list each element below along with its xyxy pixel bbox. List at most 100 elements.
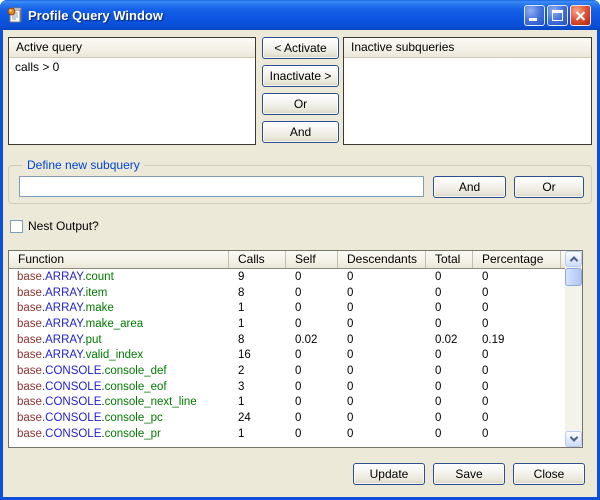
total-value: 0 (426, 287, 473, 299)
percentage-value: 0 (473, 412, 561, 424)
percentage-value: 0 (473, 349, 561, 361)
titlebar[interactable]: Profile Query Window (0, 0, 600, 30)
minimize-button[interactable] (524, 5, 545, 26)
close-dialog-button[interactable]: Close (513, 463, 585, 485)
self-value: 0 (286, 365, 338, 377)
table-row[interactable]: base.ARRAY.make_area10000 (9, 316, 565, 332)
total-value: 0 (426, 365, 473, 377)
total-value: 0 (426, 381, 473, 393)
scroll-down-button[interactable] (565, 431, 582, 447)
vertical-scrollbar[interactable] (565, 251, 582, 447)
close-icon (571, 6, 590, 25)
table-row[interactable]: base.ARRAY.item80000 (9, 285, 565, 301)
calls-value: 3 (229, 381, 286, 393)
nest-output-label: Nest Output? (28, 219, 99, 233)
self-value: 0 (286, 349, 338, 361)
total-value: 0 (426, 396, 473, 408)
calls-value: 16 (229, 349, 286, 361)
self-value: 0 (286, 318, 338, 330)
table-row[interactable]: base.CONSOLE.console_pr10000 (9, 426, 565, 442)
percentage-value: 0 (473, 428, 561, 440)
percentage-value: 0 (473, 365, 561, 377)
percentage-value: 0 (473, 271, 561, 283)
window-title: Profile Query Window (28, 8, 524, 23)
column-header-calls[interactable]: Calls (229, 251, 286, 268)
profile-query-window: Profile Query Window Active query calls … (0, 0, 600, 500)
column-header-function[interactable]: Function (9, 251, 229, 268)
chevron-down-icon (569, 433, 577, 441)
self-value: 0 (286, 381, 338, 393)
self-value: 0 (286, 428, 338, 440)
active-query-item[interactable]: calls > 0 (9, 58, 255, 74)
save-button[interactable]: Save (433, 463, 505, 485)
update-button[interactable]: Update (353, 463, 425, 485)
scroll-up-button[interactable] (565, 251, 582, 267)
table-row[interactable]: base.CONSOLE.console_def20000 (9, 363, 565, 379)
table-row[interactable]: base.ARRAY.make10000 (9, 300, 565, 316)
self-value: 0 (286, 271, 338, 283)
calls-value: 8 (229, 334, 286, 346)
table-row[interactable]: base.ARRAY.put80.0200.020.19 (9, 332, 565, 348)
table-row[interactable]: base.ARRAY.valid_index160000 (9, 347, 565, 363)
calls-value: 1 (229, 428, 286, 440)
descendants-value: 0 (338, 271, 426, 283)
self-value: 0.02 (286, 334, 338, 346)
total-value: 0 (426, 428, 473, 440)
define-subquery-label: Define new subquery (23, 158, 144, 172)
total-value: 0 (426, 302, 473, 314)
minimize-icon (529, 18, 537, 21)
calls-value: 2 (229, 365, 286, 377)
function-name: base.ARRAY.valid_index (9, 349, 229, 361)
column-header-total[interactable]: Total (426, 251, 473, 268)
self-value: 0 (286, 302, 338, 314)
percentage-value: 0 (473, 381, 561, 393)
column-header-descendants[interactable]: Descendants (338, 251, 426, 268)
scrollbar-thumb[interactable] (565, 268, 582, 286)
calls-value: 1 (229, 302, 286, 314)
column-header-self[interactable]: Self (286, 251, 338, 268)
function-name: base.CONSOLE.console_pr (9, 428, 229, 440)
descendants-value: 0 (338, 318, 426, 330)
chevron-up-icon (569, 256, 577, 264)
subquery-input[interactable] (19, 176, 424, 197)
percentage-value: 0 (473, 396, 561, 408)
column-header-percentage[interactable]: Percentage (473, 251, 561, 268)
subquery-and-button[interactable]: And (433, 176, 506, 198)
percentage-value: 0 (473, 287, 561, 299)
table-row[interactable]: base.CONSOLE.console_eof30000 (9, 379, 565, 395)
subquery-or-button[interactable]: Or (514, 176, 584, 198)
maximize-button[interactable] (547, 5, 568, 26)
nest-output-checkbox[interactable] (10, 220, 23, 233)
calls-value: 1 (229, 396, 286, 408)
calls-value: 9 (229, 271, 286, 283)
active-query-list[interactable]: calls > 0 (9, 58, 255, 74)
and-combine-button[interactable]: And (262, 121, 339, 143)
total-value: 0 (426, 271, 473, 283)
or-combine-button[interactable]: Or (262, 93, 339, 115)
calls-value: 1 (229, 318, 286, 330)
percentage-value: 0 (473, 302, 561, 314)
profile-results-table: Function Calls Self Descendants Total Pe… (8, 250, 583, 448)
percentage-value: 0 (473, 318, 561, 330)
calls-value: 24 (229, 412, 286, 424)
maximize-icon (552, 10, 563, 21)
function-name: base.CONSOLE.console_pc (9, 412, 229, 424)
close-button[interactable] (570, 5, 591, 26)
inactivate-button[interactable]: Inactivate > (262, 65, 339, 87)
descendants-value: 0 (338, 428, 426, 440)
descendants-value: 0 (338, 334, 426, 346)
table-row[interactable]: base.ARRAY.count90000 (9, 269, 565, 285)
descendants-value: 0 (338, 396, 426, 408)
table-row[interactable]: base.CONSOLE.console_next_line10000 (9, 395, 565, 411)
activate-button[interactable]: < Activate (262, 37, 339, 59)
function-name: base.ARRAY.put (9, 334, 229, 346)
inactive-subqueries-panel: Inactive subqueries (343, 37, 592, 145)
descendants-value: 0 (338, 365, 426, 377)
function-name: base.CONSOLE.console_def (9, 365, 229, 377)
self-value: 0 (286, 396, 338, 408)
percentage-value: 0.19 (473, 334, 561, 346)
total-value: 0 (426, 318, 473, 330)
descendants-value: 0 (338, 381, 426, 393)
table-row[interactable]: base.CONSOLE.console_pc240000 (9, 410, 565, 426)
inactive-subqueries-header: Inactive subqueries (344, 38, 591, 58)
